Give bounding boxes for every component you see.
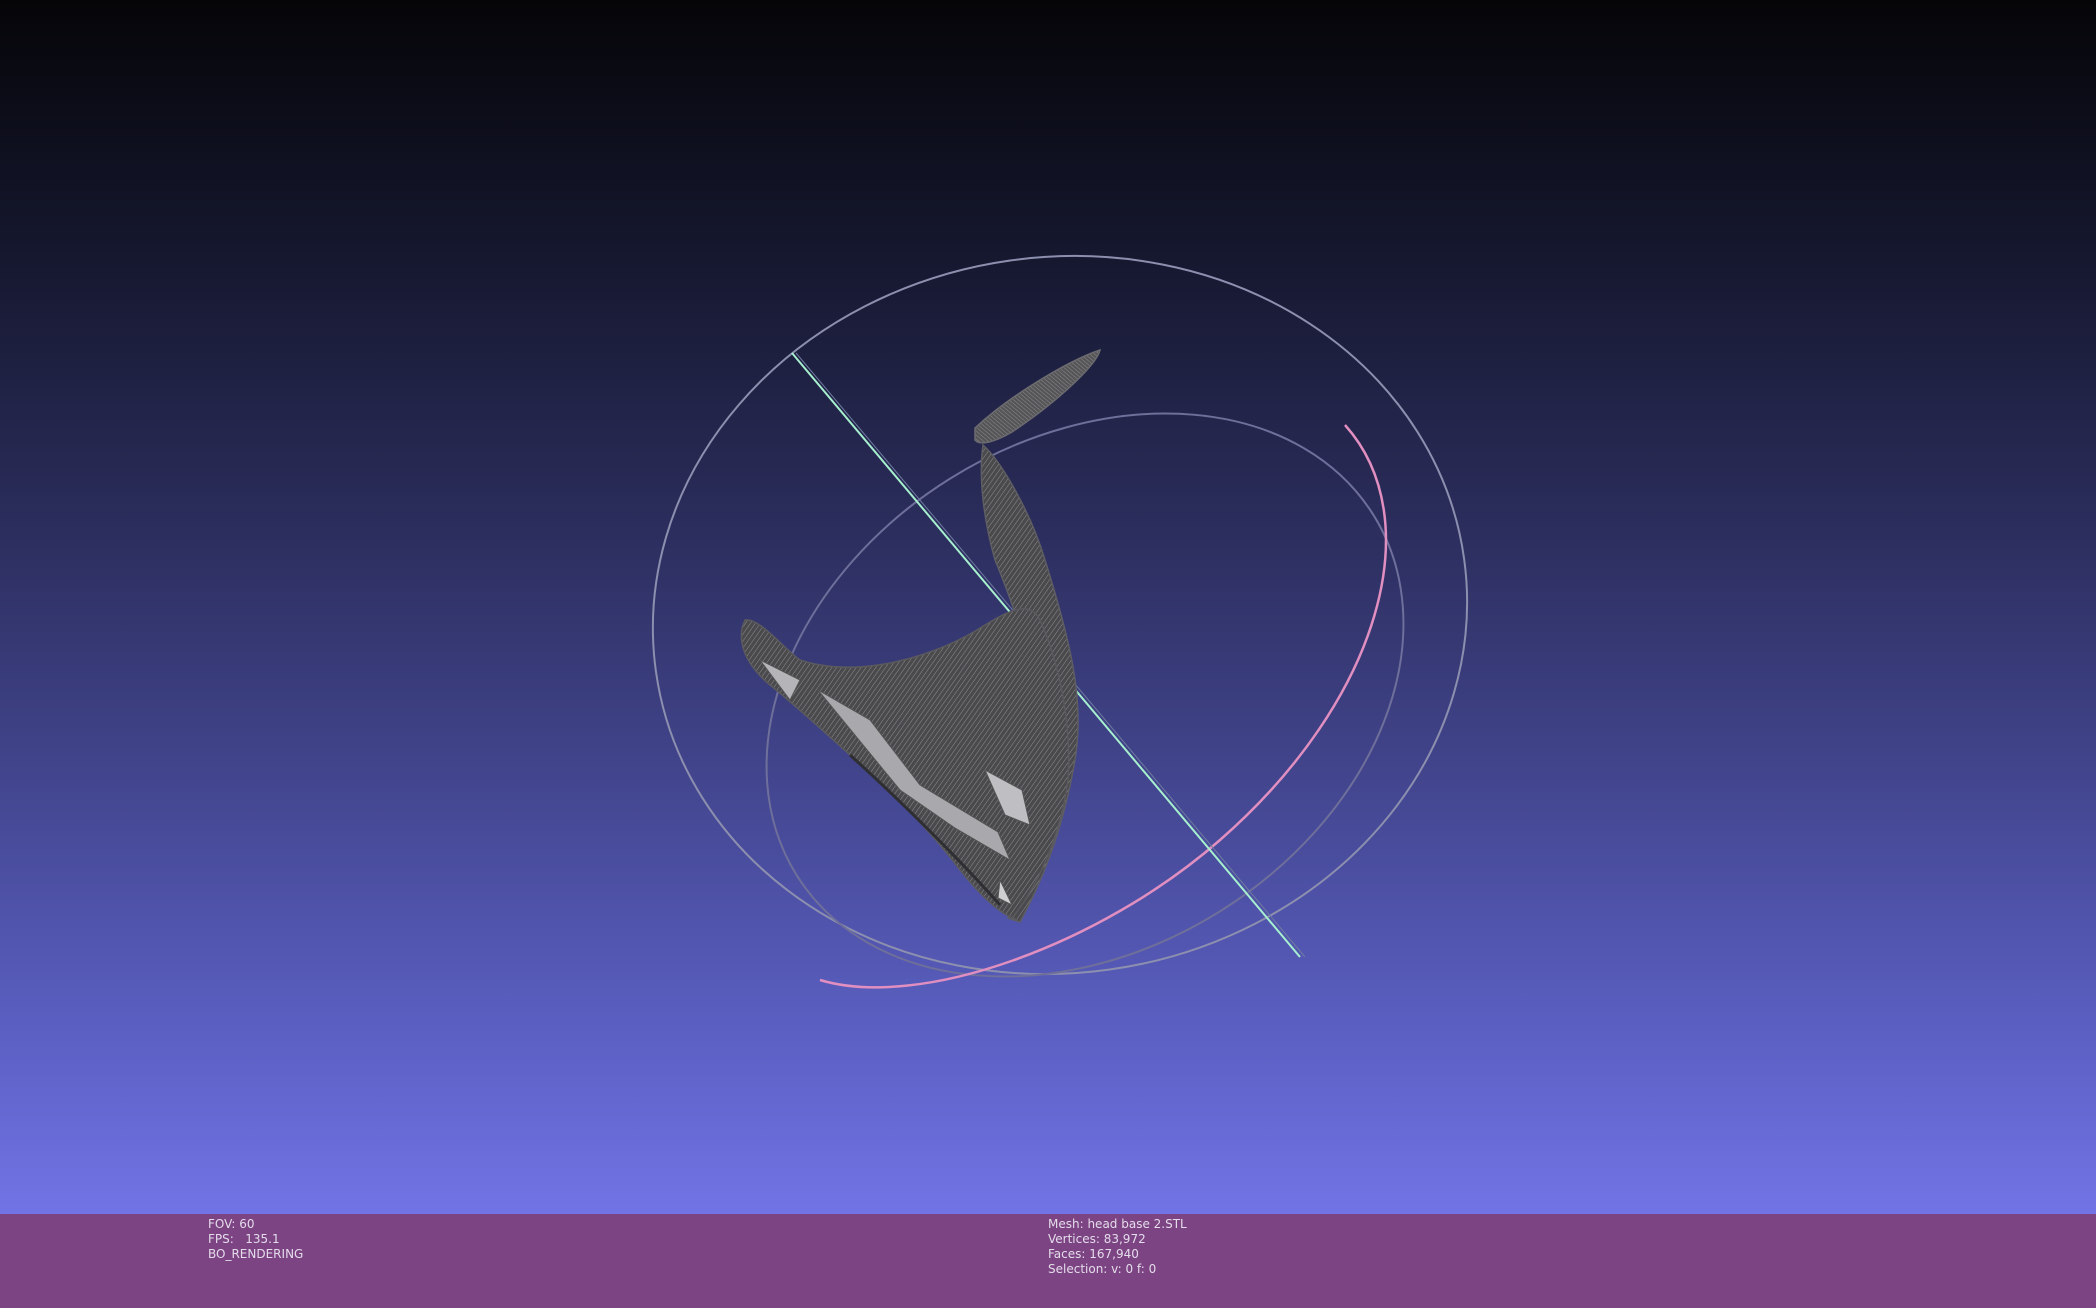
vertices-count-text: Vertices: 83,972 bbox=[1048, 1232, 1146, 1246]
faces-count-text: Faces: 167,940 bbox=[1048, 1247, 1139, 1261]
info-bar: FOV: 60 FPS: 135.1 BO_RENDERING Mesh: he… bbox=[0, 1214, 2096, 1308]
fov-text: FOV: 60 bbox=[208, 1217, 255, 1231]
mesh-object[interactable] bbox=[740, 348, 1102, 923]
selection-text: Selection: v: 0 f: 0 bbox=[1048, 1262, 1157, 1276]
mesh-tip[interactable] bbox=[974, 348, 1102, 444]
mesh-bowl[interactable] bbox=[740, 608, 1070, 921]
render-info: FOV: 60 FPS: 135.1 BO_RENDERING bbox=[208, 1217, 303, 1262]
mesh-name-text: Mesh: head base 2.STL bbox=[1048, 1217, 1187, 1231]
rendering-mode-text: BO_RENDERING bbox=[208, 1247, 304, 1261]
mesh-info: Mesh: head base 2.STL Vertices: 83,972 F… bbox=[1048, 1217, 1187, 1277]
3d-scene[interactable] bbox=[0, 0, 2096, 1308]
3d-viewport[interactable] bbox=[0, 0, 2096, 1308]
fps-text: FPS: 135.1 bbox=[208, 1232, 280, 1246]
